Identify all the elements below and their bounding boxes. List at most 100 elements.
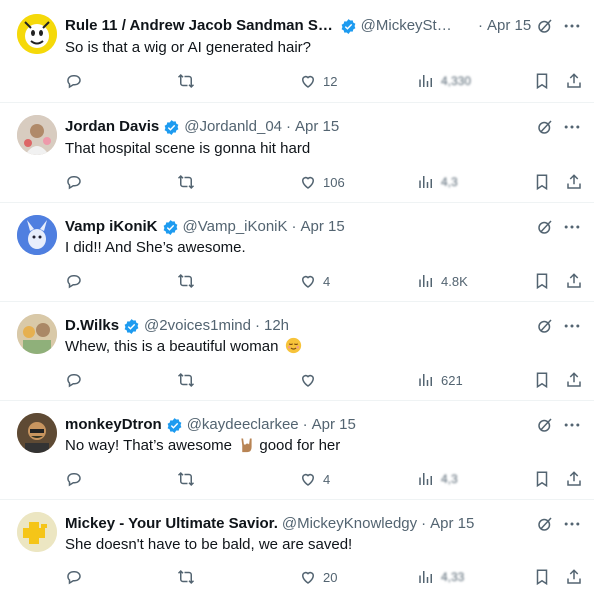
share-button[interactable] bbox=[565, 568, 583, 586]
views-icon bbox=[419, 473, 432, 485]
view-count: 4,330 bbox=[441, 74, 472, 88]
display-name[interactable]: D.Wilks bbox=[65, 316, 119, 336]
tweet[interactable]: Rule 11 / Andrew Jacob Sandman Say... @M… bbox=[0, 0, 594, 103]
bookmark-button[interactable] bbox=[533, 72, 551, 90]
timestamp[interactable]: Apr 15 bbox=[312, 415, 356, 435]
tweet[interactable]: Mickey - Your Ultimate Savior. @MickeyKn… bbox=[0, 500, 594, 592]
display-name[interactable]: Vamp iKoniK bbox=[65, 217, 158, 237]
user-handle[interactable]: @Vamp_iKoniK bbox=[183, 217, 288, 237]
share-icon bbox=[567, 73, 581, 88]
like-button[interactable] bbox=[299, 371, 323, 389]
like-count: 4 bbox=[323, 273, 331, 289]
timestamp[interactable]: Apr 15 bbox=[295, 117, 339, 137]
share-button[interactable] bbox=[565, 173, 583, 191]
retweet-button[interactable] bbox=[177, 173, 195, 191]
reply-icon bbox=[67, 75, 81, 89]
user-handle[interactable]: @kaydeeclarkee bbox=[187, 415, 299, 435]
reply-button[interactable] bbox=[65, 72, 83, 90]
like-button[interactable]: 4 bbox=[299, 470, 330, 488]
tweet[interactable]: Jordan Davis @Jordanld_04 · Apr 15 That … bbox=[0, 103, 594, 203]
retweet-button[interactable] bbox=[177, 470, 195, 488]
tweet-time-wrap: · Apr 15 bbox=[478, 16, 532, 36]
user-handle[interactable]: @MickeySte... bbox=[361, 16, 454, 36]
bookmark-button[interactable] bbox=[533, 568, 551, 586]
views-button[interactable]: 4.8K bbox=[417, 272, 468, 290]
timestamp[interactable]: Apr 15 bbox=[301, 217, 345, 237]
view-count: 4,33 bbox=[441, 570, 465, 584]
more-icon[interactable] bbox=[562, 415, 582, 435]
views-button[interactable]: 621 bbox=[417, 371, 463, 389]
reply-button[interactable] bbox=[65, 173, 83, 191]
views-button[interactable]: 4,33 bbox=[417, 568, 464, 586]
avatar[interactable] bbox=[17, 115, 57, 155]
share-button[interactable] bbox=[565, 470, 583, 488]
reply-button[interactable] bbox=[65, 470, 83, 488]
timestamp[interactable]: Apr 15 bbox=[430, 514, 474, 534]
retweet-button[interactable] bbox=[177, 568, 195, 586]
avatar[interactable] bbox=[17, 14, 57, 54]
views-icon bbox=[419, 374, 432, 386]
share-button[interactable] bbox=[565, 272, 583, 290]
like-button[interactable]: 106 bbox=[299, 173, 345, 191]
avatar-image-icon bbox=[17, 314, 57, 354]
avatar-image-icon bbox=[17, 14, 57, 54]
tweet[interactable]: Vamp iKoniK @Vamp_iKoniK · Apr 15 I did!… bbox=[0, 203, 594, 302]
more-icon[interactable] bbox=[562, 117, 582, 137]
grok-icon[interactable] bbox=[536, 118, 554, 136]
bookmark-icon bbox=[536, 174, 548, 191]
more-icon[interactable] bbox=[562, 514, 582, 534]
more-icon[interactable] bbox=[562, 217, 582, 237]
bookmark-button[interactable] bbox=[533, 470, 551, 488]
avatar[interactable] bbox=[17, 413, 57, 453]
reply-icon bbox=[67, 176, 81, 190]
more-icon[interactable] bbox=[562, 316, 582, 336]
like-button[interactable]: 20 bbox=[299, 568, 337, 586]
timestamp[interactable]: Apr 15 bbox=[487, 16, 531, 36]
tweet[interactable]: D.Wilks @2voices1mind · 12h Whew, this i… bbox=[0, 302, 594, 401]
like-count: 106 bbox=[323, 174, 345, 190]
user-handle[interactable]: @Jordanld_04 bbox=[184, 117, 282, 137]
bookmark-button[interactable] bbox=[533, 371, 551, 389]
user-handle[interactable]: @MickeyKnowledgy bbox=[282, 514, 417, 534]
like-button[interactable]: 4 bbox=[299, 272, 330, 290]
retweet-button[interactable] bbox=[177, 72, 195, 90]
views-button[interactable]: 4,3 bbox=[417, 470, 458, 488]
grok-icon[interactable] bbox=[536, 17, 554, 35]
retweet-button[interactable] bbox=[177, 371, 195, 389]
avatar[interactable] bbox=[17, 314, 57, 354]
grok-icon[interactable] bbox=[536, 515, 554, 533]
user-handle[interactable]: @2voices1mind bbox=[144, 316, 251, 336]
bookmark-button[interactable] bbox=[533, 272, 551, 290]
display-name[interactable]: Mickey - Your Ultimate Savior. bbox=[65, 514, 278, 534]
retweet-button[interactable] bbox=[177, 272, 195, 290]
reply-button[interactable] bbox=[65, 568, 83, 586]
grok-icon[interactable] bbox=[536, 317, 554, 335]
display-name[interactable]: Rule 11 / Andrew Jacob Sandman Say... bbox=[65, 16, 336, 36]
share-button[interactable] bbox=[565, 371, 583, 389]
like-button[interactable]: 12 bbox=[299, 72, 337, 90]
timestamp[interactable]: 12h bbox=[264, 316, 289, 336]
avatar-image-icon bbox=[17, 115, 57, 155]
reply-button[interactable] bbox=[65, 272, 83, 290]
views-icon bbox=[419, 75, 432, 87]
tweet-text: I did!! And She’s awesome. bbox=[65, 239, 246, 256]
display-name[interactable]: monkeyDtron bbox=[65, 415, 162, 435]
display-name[interactable]: Jordan Davis bbox=[65, 117, 159, 137]
bookmark-icon bbox=[536, 372, 548, 389]
views-button[interactable]: 4,330 bbox=[417, 72, 471, 90]
reply-button[interactable] bbox=[65, 371, 83, 389]
grok-icon[interactable] bbox=[536, 218, 554, 236]
verified-badge-icon bbox=[167, 417, 182, 433]
share-button[interactable] bbox=[565, 72, 583, 90]
like-icon bbox=[301, 571, 315, 584]
bookmark-button[interactable] bbox=[533, 173, 551, 191]
more-icon[interactable] bbox=[562, 16, 582, 36]
tweet[interactable]: monkeyDtron @kaydeeclarkee · Apr 15 No w… bbox=[0, 401, 594, 500]
avatar[interactable] bbox=[17, 215, 57, 255]
like-icon bbox=[301, 374, 315, 387]
views-button[interactable]: 4,3 bbox=[417, 173, 458, 191]
grok-icon[interactable] bbox=[536, 416, 554, 434]
avatar[interactable] bbox=[17, 512, 57, 552]
share-icon bbox=[567, 569, 581, 584]
reply-icon bbox=[67, 374, 81, 388]
